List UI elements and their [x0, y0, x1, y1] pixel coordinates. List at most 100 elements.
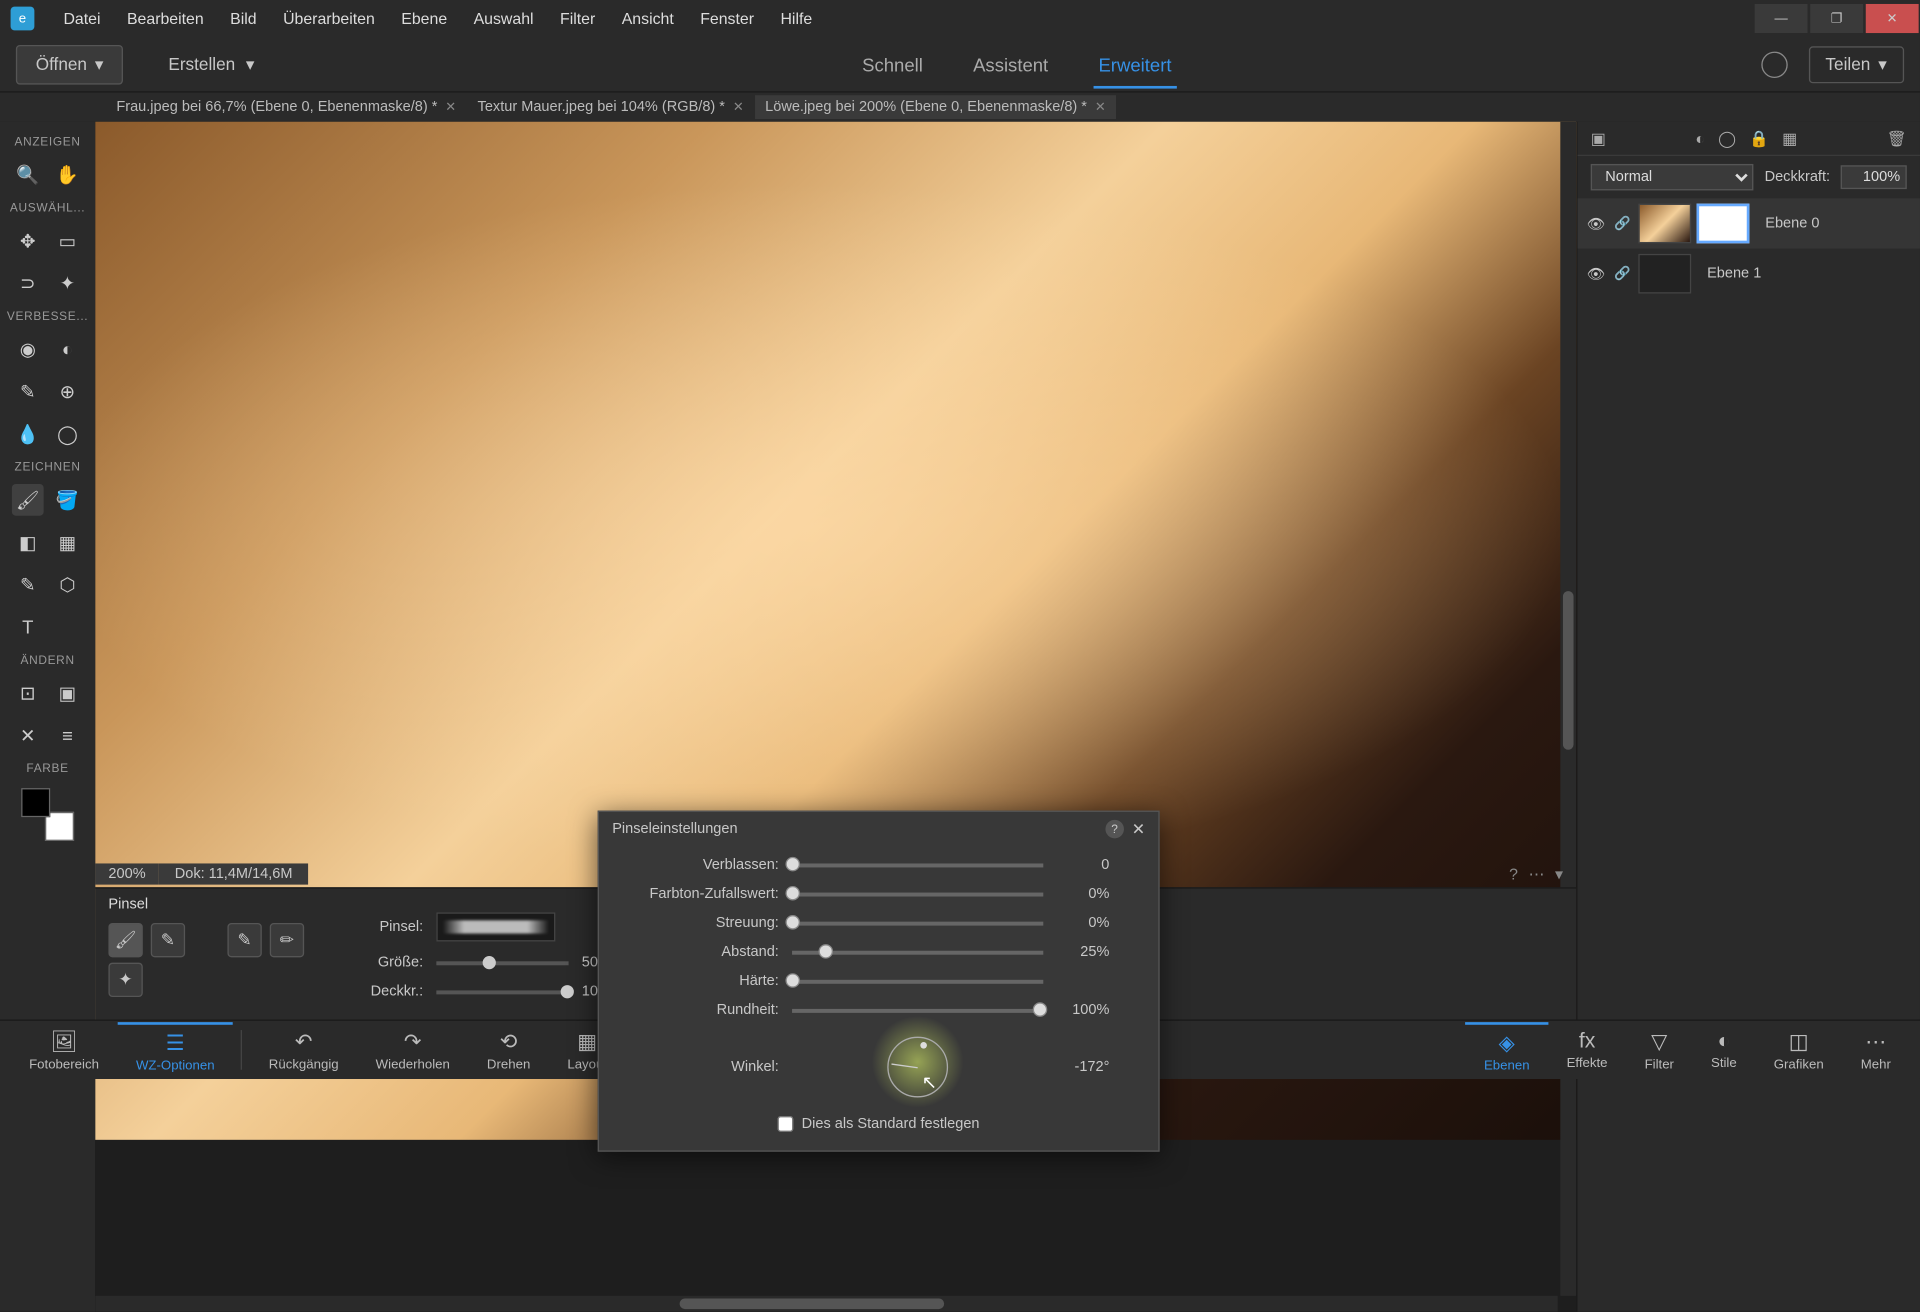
- move-tool[interactable]: ✥: [12, 225, 44, 257]
- color-swatches[interactable]: [21, 788, 74, 841]
- angle-control[interactable]: [887, 1037, 948, 1098]
- fade-value[interactable]: 0: [1043, 857, 1109, 873]
- spacing-value[interactable]: 25%: [1043, 944, 1109, 960]
- sponge-tool[interactable]: ◯: [52, 418, 84, 450]
- rotate-button[interactable]: ⟲Drehen: [468, 1023, 548, 1077]
- layer-thumbnail[interactable]: [1638, 254, 1691, 294]
- vertical-scrollbar[interactable]: [1560, 122, 1576, 1296]
- roundness-slider[interactable]: [792, 1008, 1043, 1012]
- straighten-tool[interactable]: ≡: [52, 719, 84, 751]
- roundness-value[interactable]: 100%: [1043, 1002, 1109, 1018]
- marquee-tool[interactable]: ▭: [52, 225, 84, 257]
- trash-icon[interactable]: 🗑: [1887, 129, 1907, 148]
- lock-icon[interactable]: 🔒: [1749, 129, 1769, 148]
- pencil-tool[interactable]: [52, 611, 84, 643]
- layer-name[interactable]: Ebene 0: [1755, 216, 1912, 232]
- undo-button[interactable]: ↶Rückgängig: [250, 1023, 357, 1077]
- layer-row[interactable]: 👁 🔗 Ebene 1: [1578, 249, 1920, 299]
- close-icon[interactable]: ✕: [445, 100, 456, 115]
- smart-brush-tool[interactable]: ✎: [12, 376, 44, 408]
- menu-image[interactable]: Bild: [217, 1, 270, 35]
- fade-slider[interactable]: [792, 863, 1043, 867]
- blur-tool[interactable]: 💧: [12, 418, 44, 450]
- brush-preset-picker[interactable]: [436, 912, 555, 941]
- layer-thumbnail[interactable]: [1638, 204, 1691, 244]
- zoom-level[interactable]: 200%: [95, 863, 159, 884]
- close-icon[interactable]: ✕: [733, 100, 744, 115]
- brush-mode-normal[interactable]: 🖌: [108, 923, 142, 957]
- close-icon[interactable]: ✕: [1095, 100, 1106, 115]
- menu-layer[interactable]: Ebene: [388, 1, 460, 35]
- layer-name[interactable]: Ebene 1: [1697, 266, 1913, 282]
- spacing-slider[interactable]: [792, 950, 1043, 954]
- clone-tool[interactable]: ⊕: [52, 376, 84, 408]
- foreground-color-swatch[interactable]: [21, 788, 50, 817]
- gradient-tool[interactable]: ▦: [52, 526, 84, 558]
- size-slider[interactable]: [436, 961, 568, 965]
- hardness-slider[interactable]: [792, 979, 1043, 983]
- redeye-tool[interactable]: ◉: [12, 333, 44, 365]
- hue-jitter-slider[interactable]: [792, 892, 1043, 896]
- menu-help[interactable]: Hilfe: [767, 1, 825, 35]
- mode-quick[interactable]: Schnell: [857, 40, 928, 88]
- help-icon[interactable]: ?: [1105, 820, 1124, 839]
- eraser-tool[interactable]: ◧: [12, 526, 44, 558]
- menu-edit[interactable]: Bearbeiten: [114, 1, 217, 35]
- doc-tab[interactable]: Textur Mauer.jpeg bei 104% (RGB/8) *✕: [467, 95, 755, 119]
- blend-mode-select[interactable]: Normal: [1591, 164, 1754, 190]
- set-default-checkbox[interactable]: [778, 1116, 794, 1132]
- recompose-tool[interactable]: ▣: [52, 677, 84, 709]
- more-icon[interactable]: ⋯: [1529, 865, 1545, 884]
- more-tab[interactable]: ⋯Mehr: [1842, 1023, 1909, 1077]
- share-button[interactable]: Teilen▾: [1808, 46, 1904, 83]
- wand-tool[interactable]: ✦: [52, 267, 84, 299]
- opacity-slider[interactable]: [436, 990, 568, 994]
- shape-tool[interactable]: ⬡: [52, 569, 84, 601]
- eyedropper-tool[interactable]: ✎: [12, 569, 44, 601]
- horizontal-scrollbar[interactable]: [95, 1296, 1557, 1312]
- redo-button[interactable]: ↷Wiederholen: [357, 1023, 468, 1077]
- adjust-icon[interactable]: ▦: [1782, 129, 1797, 148]
- open-button[interactable]: Öffnen▾: [16, 44, 124, 84]
- menu-select[interactable]: Auswahl: [460, 1, 546, 35]
- layer-opacity-input[interactable]: [1841, 165, 1907, 189]
- effects-tab[interactable]: fxEffekte: [1548, 1024, 1626, 1076]
- menu-enhance[interactable]: Überarbeiten: [270, 1, 388, 35]
- visibility-icon[interactable]: 👁: [1585, 265, 1606, 282]
- fx-icon[interactable]: ◐: [1695, 129, 1705, 148]
- lasso-tool[interactable]: ⊃: [12, 267, 44, 299]
- text-tool[interactable]: T: [12, 611, 44, 643]
- angle-value[interactable]: -172°: [1043, 1059, 1109, 1075]
- tool-options-button[interactable]: ☰WZ-Optionen: [117, 1021, 233, 1078]
- mode-guided[interactable]: Assistent: [968, 40, 1054, 88]
- menu-window[interactable]: Fenster: [687, 1, 767, 35]
- theme-icon[interactable]: [1761, 51, 1787, 77]
- mode-expert[interactable]: Erweitert: [1093, 40, 1177, 88]
- menu-filter[interactable]: Filter: [547, 1, 609, 35]
- brush-tool[interactable]: 🖌: [12, 484, 44, 516]
- maximize-button[interactable]: ❐: [1810, 4, 1863, 33]
- crop-tool[interactable]: ⊡: [12, 677, 44, 709]
- paint-bucket-tool[interactable]: 🪣: [52, 484, 84, 516]
- create-button[interactable]: Erstellen▾: [150, 46, 273, 83]
- link-icon[interactable]: 🔗: [1612, 266, 1633, 281]
- doc-tab[interactable]: Frau.jpeg bei 66,7% (Ebene 0, Ebenenmask…: [106, 95, 467, 119]
- zoom-tool[interactable]: 🔍: [12, 159, 44, 191]
- close-button[interactable]: ✕: [1866, 4, 1919, 33]
- brush-mode-pattern[interactable]: ✦: [108, 963, 142, 997]
- photobin-button[interactable]: 🖼Fotobereich: [11, 1023, 118, 1077]
- spot-heal-tool[interactable]: ◐: [52, 333, 84, 365]
- document-info[interactable]: Dok: 11,4M/14,6M: [159, 863, 309, 884]
- hand-tool[interactable]: ✋: [52, 159, 84, 191]
- mask-icon[interactable]: ◯: [1718, 129, 1736, 148]
- layer-mask-thumbnail[interactable]: [1697, 204, 1750, 244]
- layer-row[interactable]: 👁 🔗 Ebene 0: [1578, 198, 1920, 248]
- layers-tab[interactable]: ◈Ebenen: [1465, 1021, 1548, 1078]
- link-icon[interactable]: 🔗: [1612, 216, 1633, 231]
- brush-mode-pencil[interactable]: ✏: [270, 923, 304, 957]
- brush-mode-color-replace[interactable]: ✎: [227, 923, 261, 957]
- menu-view[interactable]: Ansicht: [609, 1, 687, 35]
- chevron-down-icon[interactable]: ▾: [1555, 865, 1563, 884]
- visibility-icon[interactable]: 👁: [1585, 215, 1606, 232]
- scatter-slider[interactable]: [792, 921, 1043, 925]
